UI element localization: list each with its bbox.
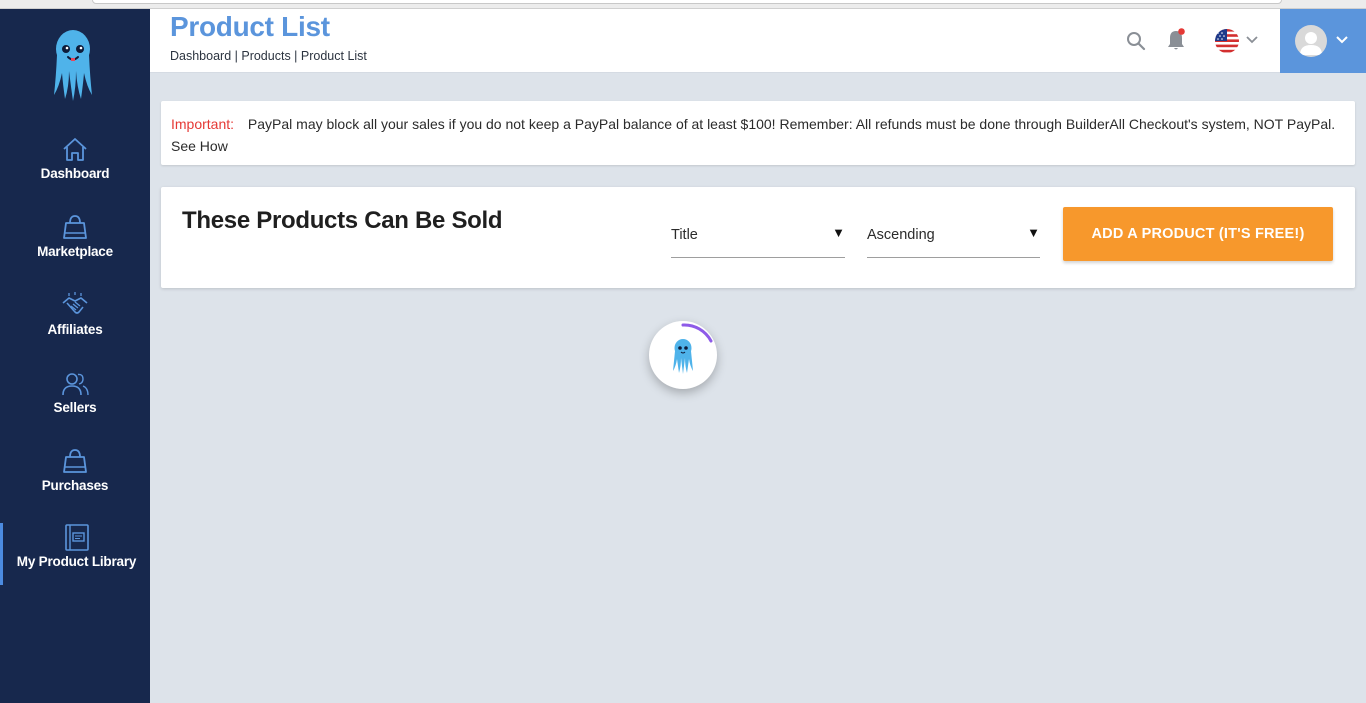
sort-order-select[interactable]: Ascending ▼ xyxy=(867,223,1040,258)
breadcrumb-dashboard[interactable]: Dashboard xyxy=(170,49,231,63)
dropdown-caret-icon: ▼ xyxy=(1027,225,1040,240)
breadcrumb-separator: | xyxy=(290,49,301,63)
sidebar-item-label: Marketplace xyxy=(37,244,113,259)
sidebar-item-purchases[interactable]: Purchases xyxy=(0,447,150,509)
loading-spinner xyxy=(649,321,717,389)
add-product-button[interactable]: ADD A PRODUCT (IT'S FREE!) xyxy=(1063,207,1333,261)
sidebar-item-my-product-library[interactable]: My Product Library xyxy=(0,523,150,585)
user-avatar-icon xyxy=(1300,32,1322,55)
products-heading: These Products Can Be Sold xyxy=(182,207,503,234)
octopus-logo-icon[interactable] xyxy=(50,29,96,101)
search-icon[interactable] xyxy=(1124,29,1148,53)
important-alert: Important: PayPal may block all your sal… xyxy=(161,101,1355,165)
avatar xyxy=(1295,25,1327,57)
sidebar-item-marketplace[interactable]: Marketplace xyxy=(0,213,150,275)
shopping-bag-icon xyxy=(63,449,87,473)
user-menu-button[interactable] xyxy=(1280,9,1366,73)
browser-chrome xyxy=(0,0,1366,9)
sort-order-value: Ascending xyxy=(867,227,935,243)
breadcrumb-separator: | xyxy=(231,49,242,63)
bell-icon[interactable] xyxy=(1164,27,1188,53)
sidebar-item-affiliates[interactable]: Affiliates xyxy=(0,291,150,353)
products-card: These Products Can Be Sold Title ▼ Ascen… xyxy=(161,187,1355,288)
sort-field-select[interactable]: Title ▼ xyxy=(671,223,845,258)
sidebar-item-label: Dashboard xyxy=(40,166,110,181)
language-selector[interactable] xyxy=(1214,27,1264,55)
sidebar-item-label: Affiliates xyxy=(47,322,103,337)
address-bar[interactable] xyxy=(92,0,1282,4)
sidebar-item-label: Sellers xyxy=(53,400,97,415)
octopus-loader-icon xyxy=(673,323,713,374)
dropdown-caret-icon: ▼ xyxy=(832,225,845,240)
chevron-down-icon xyxy=(1336,36,1348,44)
alert-label: Important: xyxy=(171,116,235,132)
breadcrumb-product-list: Product List xyxy=(300,49,367,63)
sidebar-item-sellers[interactable]: Sellers xyxy=(0,369,150,431)
home-icon xyxy=(63,138,87,161)
breadcrumb-products[interactable]: Products xyxy=(241,49,290,63)
sidebar-item-label: Purchases xyxy=(41,478,109,493)
sort-field-value: Title xyxy=(671,227,698,243)
top-header: Product List Dashboard | Products | Prod… xyxy=(150,9,1366,73)
users-icon xyxy=(62,373,89,396)
sidebar-item-dashboard[interactable]: Dashboard xyxy=(0,135,150,197)
shopping-bag-icon xyxy=(63,215,87,239)
page-title: Product List xyxy=(170,11,330,42)
library-icon xyxy=(64,524,89,551)
handshake-icon xyxy=(62,292,88,314)
us-flag-icon xyxy=(1215,29,1258,53)
sidebar-item-label: My Product Library xyxy=(16,554,137,569)
alert-message: PayPal may block all your sales if you d… xyxy=(171,116,1336,154)
breadcrumb: Dashboard | Products | Product List xyxy=(170,49,367,63)
sidebar: Dashboard Marketplace Affiliates Sellers xyxy=(0,9,150,703)
